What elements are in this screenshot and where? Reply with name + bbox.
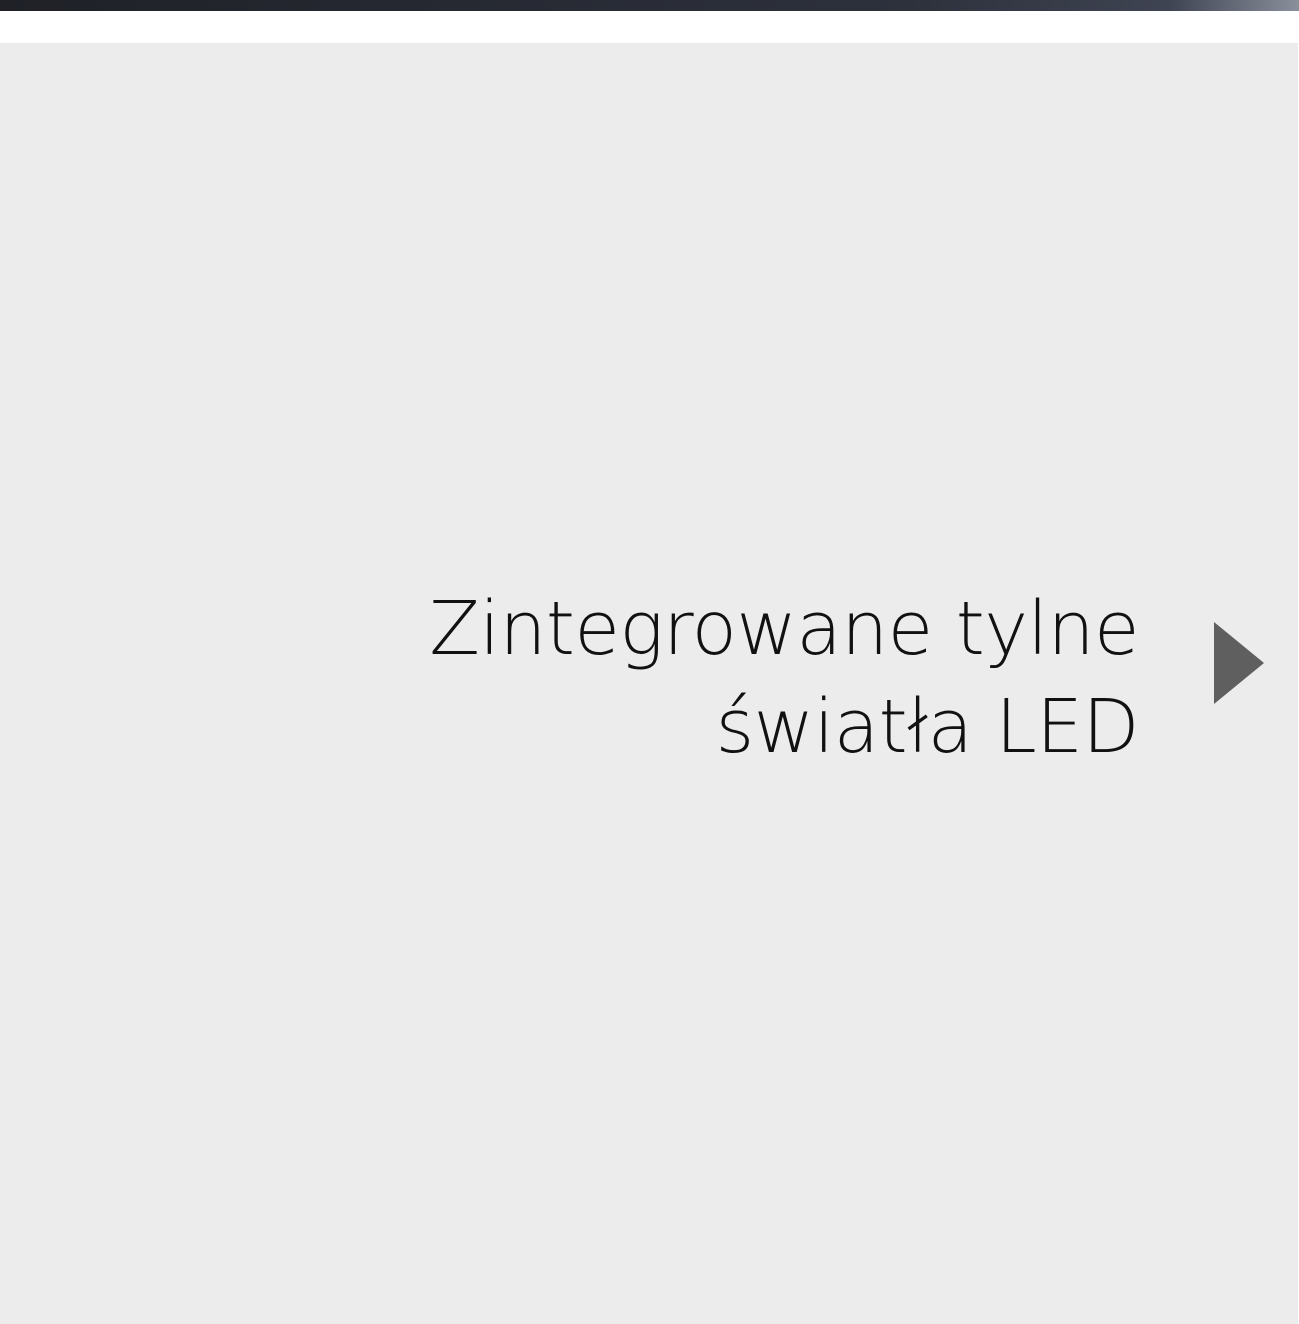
caption-line-2: światła LED [715,684,1140,770]
feature-caption: Zintegrowane tylne światła LED [379,580,1139,776]
next-slide-button[interactable] [1214,622,1264,704]
triangle-right-icon [1214,622,1264,704]
page: Zintegrowane tylne światła LED [0,0,1299,1324]
caption-line-1: Zintegrowane tylne [429,586,1139,672]
top-banner-strip [0,0,1299,11]
